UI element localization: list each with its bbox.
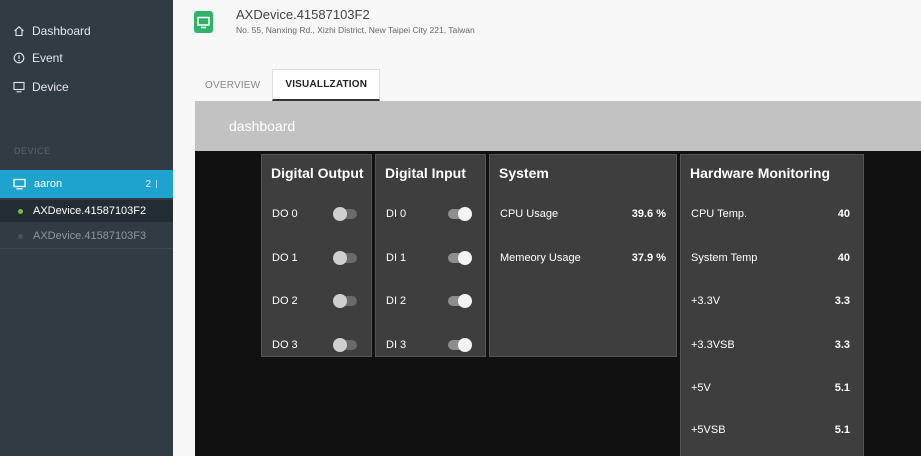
do-row: DO 2 [272,295,298,307]
memory-usage-row: Memeory Usage [500,252,581,264]
metric-value: 40 [837,252,850,264]
metric-label: CPU Usage [500,208,559,220]
panel-hardware-monitoring: Hardware Monitoring CPU Temp. 40 System … [680,154,864,456]
cpu-usage-value: 39.6 % [632,208,666,220]
metric-value: 3.3 [834,295,850,307]
di1-toggle[interactable] [448,251,472,265]
main-content: AXDevice.41587103F2 No. 55, Nanxing Rd.,… [173,0,921,456]
di-row: DI 0 [386,208,406,220]
metric-label: CPU Temp. [691,208,748,220]
offline-status-dot [18,233,23,239]
hw-row: CPU Temp. [691,208,747,220]
metric-value: 40 [837,208,850,220]
do2-toggle[interactable] [333,294,357,308]
metric-label: +3.3VSB [691,339,735,351]
nav-label: Device [32,80,69,94]
do1-toggle[interactable] [333,251,357,265]
metric-label: System Temp [691,252,758,264]
panel-system: System CPU Usage 39.6 % Memeory Usage 37… [489,154,677,357]
nav-label: Dashboard [32,24,91,38]
di-row: DI 1 [386,252,406,264]
device-item-41587103F3[interactable]: AXDevice.41587103F3 [0,225,173,247]
do0-toggle[interactable] [333,207,357,221]
do-label: DO 3 [272,339,298,351]
hw-row: +5VSB [691,424,726,436]
panel-title: System [499,165,549,181]
di3-toggle[interactable] [448,338,472,352]
metric-label: +5V [691,382,711,394]
metric-value: 39.6 % [631,208,666,220]
hw-value: 40 [838,252,850,264]
hw-row: System Temp [691,252,757,264]
panel-title: Digital Input [385,165,466,181]
device-badge [194,11,213,33]
hw-row: +3.3VSB [691,339,735,351]
device-title: AXDevice.41587103F2 [236,7,370,22]
do-row: DO 0 [272,208,298,220]
sidebar-divider [0,248,173,249]
metric-label: +3.3V [691,295,721,307]
do-row: DO 1 [272,252,298,264]
cpu-usage-row: CPU Usage [500,208,558,220]
hw-row: +3.3V [691,295,720,307]
device-name: AXDevice.41587103F3 [33,230,147,242]
di-row: DI 3 [386,339,406,351]
do-row: DO 3 [272,339,298,351]
metric-value: 5.1 [834,382,850,394]
device-group-aaron[interactable]: aaron 2 [0,170,173,198]
monitor-icon [13,178,26,190]
hw-value: 5.1 [835,424,850,436]
di0-toggle[interactable] [448,207,472,221]
di-label: DI 1 [386,252,407,264]
do-label: DO 2 [272,295,298,307]
section-label-device: DEVICE [14,146,51,156]
metric-label: Memeory Usage [500,252,581,264]
di2-toggle[interactable] [448,294,472,308]
group-label: aaron [34,178,63,190]
do-label: DO 0 [272,208,298,220]
do3-toggle[interactable] [333,338,357,352]
dashboard-title: dashboard [229,118,296,134]
do-label: DO 1 [272,252,298,264]
metric-value: 37.9 % [631,252,666,264]
monitor-icon [197,16,210,28]
metric-label: +5VSB [691,424,726,436]
nav-device[interactable]: Device [13,80,69,94]
device-name: AXDevice.41587103F2 [33,205,147,217]
nav-event[interactable]: Event [13,51,63,65]
home-icon [13,25,25,37]
online-status-dot [18,208,23,214]
info-circle-icon [13,52,25,64]
hw-value: 3.3 [835,339,850,351]
metric-value: 5.1 [834,424,850,436]
nav-dashboard[interactable]: Dashboard [13,24,91,38]
di-label: DI 2 [386,295,407,307]
hw-value: 3.3 [835,295,850,307]
tab-visualization[interactable]: VISUALLZATION [272,69,381,101]
metric-value: 3.3 [834,339,850,351]
panel-digital-output: Digital Output DO 0 DO 1 DO 2 DO 3 [261,154,372,357]
collapse-handle[interactable] [156,180,159,188]
panel-title: Hardware Monitoring [690,165,831,181]
di-label: DI 0 [386,208,407,220]
monitor-icon [13,81,25,93]
sidebar: Dashboard Event Device DEVICE aaron 2 AX… [0,0,173,456]
panel-digital-input: Digital Input DI 0 DI 1 DI 2 DI 3 [375,154,486,357]
dashboard-header: dashboard [195,101,921,151]
tab-bar: OVERVIEW VISUALLZATION [193,69,381,101]
tab-overview[interactable]: OVERVIEW [193,69,272,101]
hw-value: 40 [838,208,850,220]
group-count-badge: 2 [145,178,151,190]
dashboard-canvas: Digital Output DO 0 DO 1 DO 2 DO 3 Digit… [195,151,921,456]
memory-usage-value: 37.9 % [632,252,666,264]
hw-value: 5.1 [835,382,850,394]
hw-row: +5V [691,382,711,394]
nav-label: Event [32,51,63,65]
device-item-41587103F2[interactable]: AXDevice.41587103F2 [0,200,173,222]
di-row: DI 2 [386,295,406,307]
di-label: DI 3 [386,339,407,351]
device-address: No. 55, Nanxing Rd., Xizhi District, New… [236,25,475,35]
panel-title: Digital Output [271,165,364,181]
